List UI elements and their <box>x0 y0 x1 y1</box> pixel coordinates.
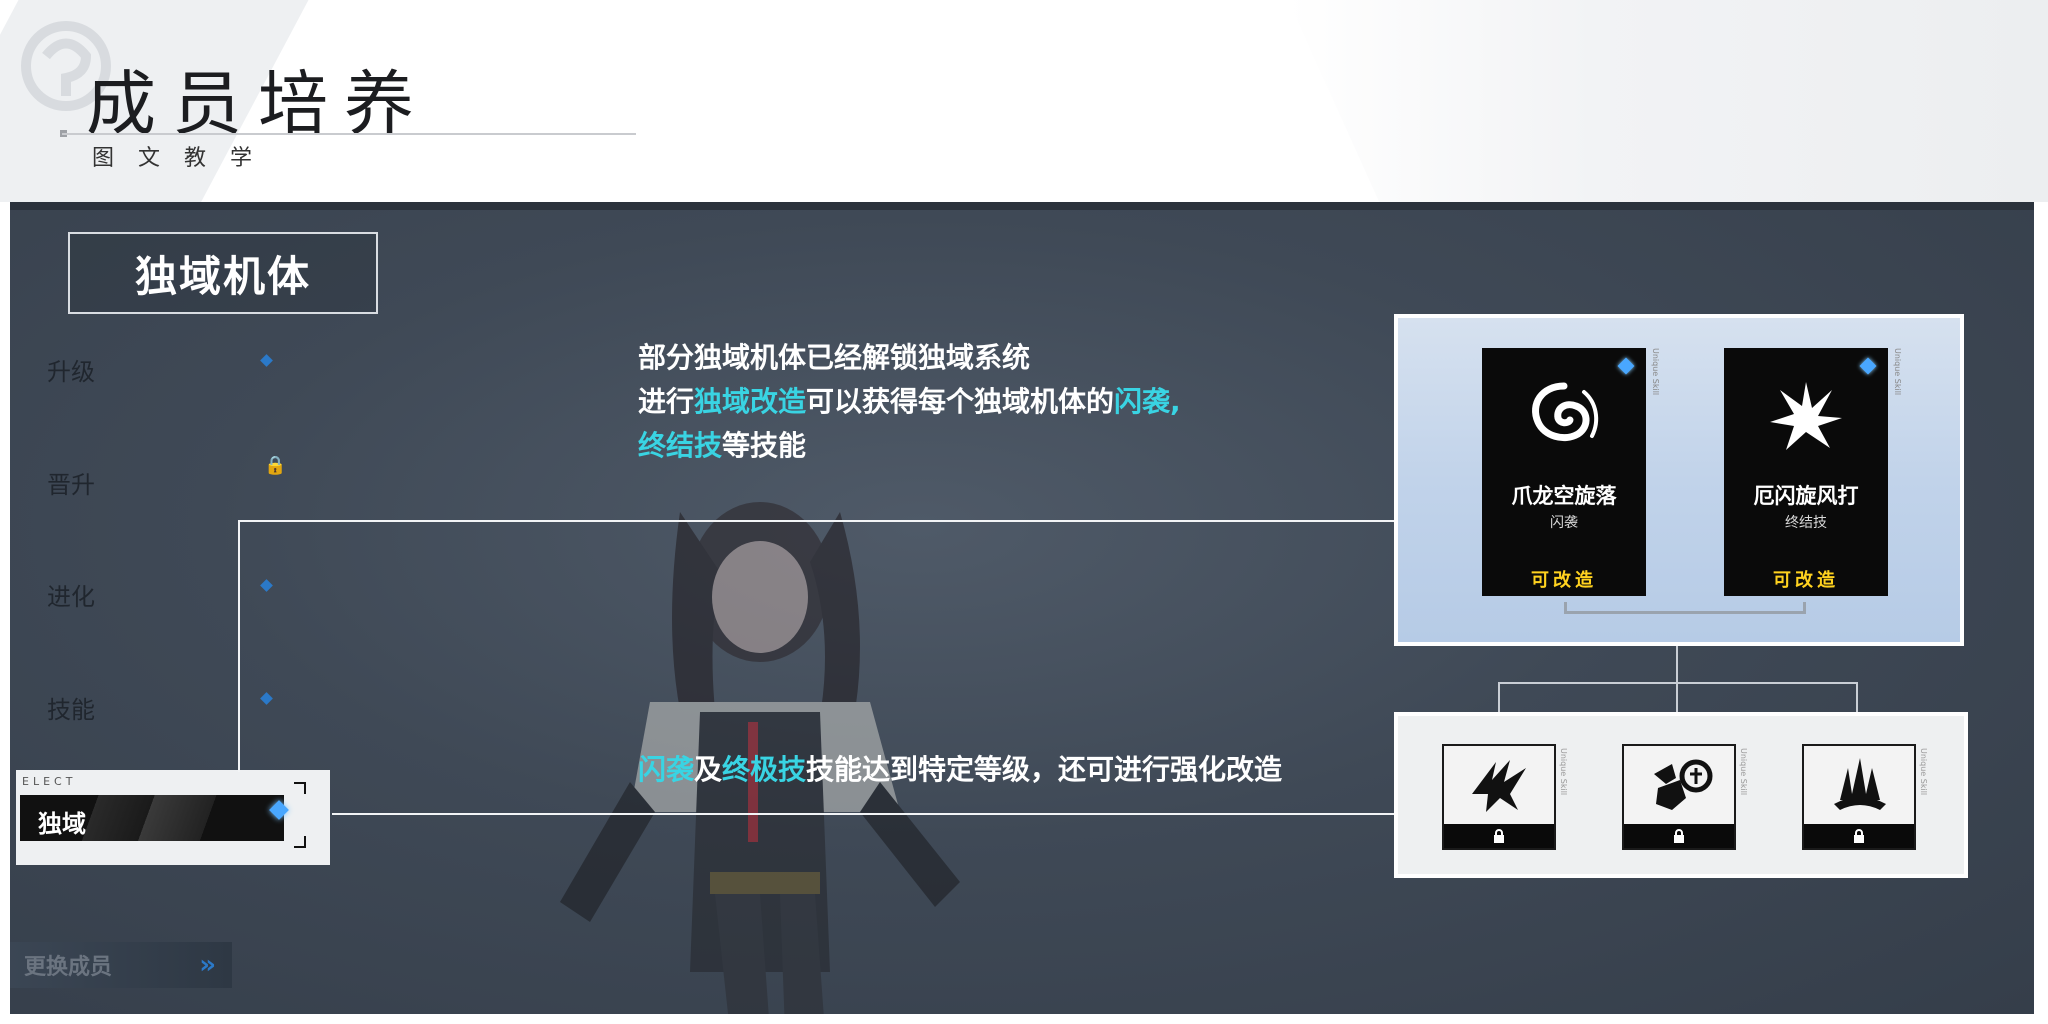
bracket-top-right <box>294 782 306 794</box>
description-text: 部分独域机体已经解锁独域系统 <box>638 341 1031 374</box>
sidebar-item-upgrade[interactable]: 升级 <box>47 352 95 387</box>
sidebar-item-skill[interactable]: 技能 <box>47 690 95 725</box>
lock-icon <box>1674 829 1684 843</box>
swap-member-label: 更换成员 <box>24 955 113 980</box>
skill-status: 可改造 <box>1531 570 1597 591</box>
upgrade-card-panel: Unique Skill Unique Skill Unique Skill <box>1394 712 1968 878</box>
card-side-text: Unique Skill <box>1919 748 1928 796</box>
description-text: 进行 <box>638 385 695 418</box>
diamond-gem-icon <box>1617 357 1635 375</box>
upgrade-card-footer <box>1624 824 1734 848</box>
description-text: 及 <box>694 753 723 786</box>
select-caption: ELECT <box>22 775 77 788</box>
highlight-text: 终结技 <box>638 429 723 462</box>
description-top: 部分独域机体已经解锁独域系统 进行独域改造可以获得每个独域机体的闪袭, 终结技等… <box>638 336 1181 468</box>
tree-line <box>1676 646 1678 712</box>
sidebar-item-label: 独域 <box>38 810 86 838</box>
upgrade-card-footer <box>1804 824 1914 848</box>
upgrade-card-footer <box>1444 824 1554 848</box>
spike-crown-icon <box>1834 758 1886 810</box>
game-screenshot: 独域机体 升级 晋升 🔒 进化 技能 ELECT 独域 更换成员 » 部分独域机… <box>10 202 2034 1014</box>
swirl-icon <box>1532 382 1599 441</box>
header-decoration-right <box>1288 0 2048 202</box>
diamond-gem-icon <box>1859 357 1877 375</box>
top-strip <box>10 202 2034 210</box>
sidebar-item-promote[interactable]: 晋升 <box>47 465 95 500</box>
description-text: 等技能 <box>722 429 807 462</box>
lock-icon: 🔒 <box>264 455 287 476</box>
title-divider <box>62 133 636 135</box>
sidebar-item-selected[interactable]: ELECT 独域 <box>16 770 330 865</box>
skill-card-panel: Unique Skill 爪龙空旋落 闪袭 可改造 Unique Skill 厄… <box>1394 314 1964 646</box>
description-text: 可以获得每个独域机体的 <box>806 385 1115 418</box>
connector-line-vertical <box>238 520 240 772</box>
upgrade-card[interactable]: Unique Skill <box>1622 744 1748 850</box>
skill-type: 终结技 <box>1785 515 1827 531</box>
diamond-indicator-icon <box>260 692 273 705</box>
skill-card[interactable]: Unique Skill 厄闪旋风打 终结技 可改造 <box>1724 348 1902 596</box>
description-line: 终结技等技能 <box>638 424 1181 468</box>
card-side-text: Unique Skill <box>1651 348 1660 396</box>
burst-icon <box>1770 382 1842 450</box>
description-text: 技能达到特定等级，还可进行强化改造 <box>806 753 1283 786</box>
description-bottom: 闪袭及终极技技能达到特定等级，还可进行强化改造 <box>638 748 1282 792</box>
diamond-indicator-icon <box>260 354 273 367</box>
skill-name: 爪龙空旋落 <box>1511 484 1617 508</box>
connector-line-bottom <box>332 813 1398 815</box>
skill-card[interactable]: Unique Skill 爪龙空旋落 闪袭 可改造 <box>1482 348 1660 596</box>
upgrade-card[interactable]: Unique Skill <box>1802 744 1928 850</box>
page-subtitle: 图文教学 <box>92 146 277 171</box>
description-line: 进行独域改造可以获得每个独域机体的闪袭, <box>638 380 1181 424</box>
highlight-text: 独域改造 <box>694 385 807 418</box>
lock-icon <box>1854 829 1864 843</box>
skill-status: 可改造 <box>1773 570 1839 591</box>
tree-line <box>1856 682 1858 712</box>
card-side-text: Unique Skill <box>1559 748 1568 796</box>
bracket-bottom-right <box>294 836 306 848</box>
card-side-text: Unique Skill <box>1739 748 1748 796</box>
diamond-indicator-icon <box>260 579 273 592</box>
card-side-text: Unique Skill <box>1893 348 1902 396</box>
sidebar-item-evolve[interactable]: 进化 <box>47 577 95 612</box>
description-line: 部分独域机体已经解锁独域系统 <box>638 336 1181 380</box>
character-silhouette <box>560 502 960 1014</box>
double-chevron-right-icon: » <box>199 950 216 980</box>
page-header: 成员培养 图文教学 <box>0 0 2048 202</box>
highlight-text: 闪袭 <box>638 753 695 786</box>
skill-type: 闪袭 <box>1550 515 1578 531</box>
claw-slash-icon <box>1472 760 1526 812</box>
card-tray <box>1564 602 1806 614</box>
swap-member-button[interactable]: 更换成员 » <box>10 942 232 988</box>
connector-line-top <box>238 520 1398 522</box>
skill-name: 厄闪旋风打 <box>1753 484 1859 508</box>
section-tag: 独域机体 <box>68 232 378 314</box>
upgrade-card[interactable]: Unique Skill <box>1442 744 1568 850</box>
tree-line <box>1498 682 1856 684</box>
tree-line <box>1498 682 1500 712</box>
highlight-text: 闪袭, <box>1114 385 1181 418</box>
fist-impact-icon <box>1654 759 1713 810</box>
highlight-text: 终极技 <box>722 753 807 786</box>
lock-icon <box>1494 829 1504 843</box>
